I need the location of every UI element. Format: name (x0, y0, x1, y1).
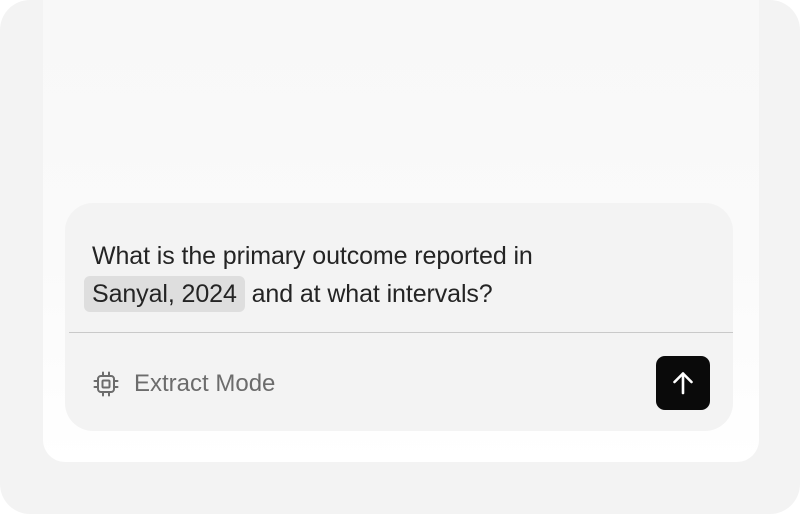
query-line-2: Sanyal, 2024 and at what intervals? (84, 275, 702, 313)
extract-mode-label: Extract Mode (134, 370, 276, 397)
citation-chip[interactable]: Sanyal, 2024 (84, 276, 245, 312)
composer-divider (69, 332, 733, 333)
query-input[interactable]: What is the primary outcome reported in … (84, 237, 702, 313)
cpu-chip-icon (93, 371, 119, 397)
extract-mode-toggle[interactable]: Extract Mode (93, 364, 275, 404)
query-composer[interactable]: What is the primary outcome reported in … (65, 203, 733, 431)
app-frame: What is the primary outcome reported in … (0, 0, 800, 514)
arrow-up-icon (673, 372, 693, 395)
query-line-1: What is the primary outcome reported in (92, 242, 533, 270)
query-line-2-text: and at what intervals? (244, 280, 493, 308)
send-button[interactable] (656, 356, 710, 410)
